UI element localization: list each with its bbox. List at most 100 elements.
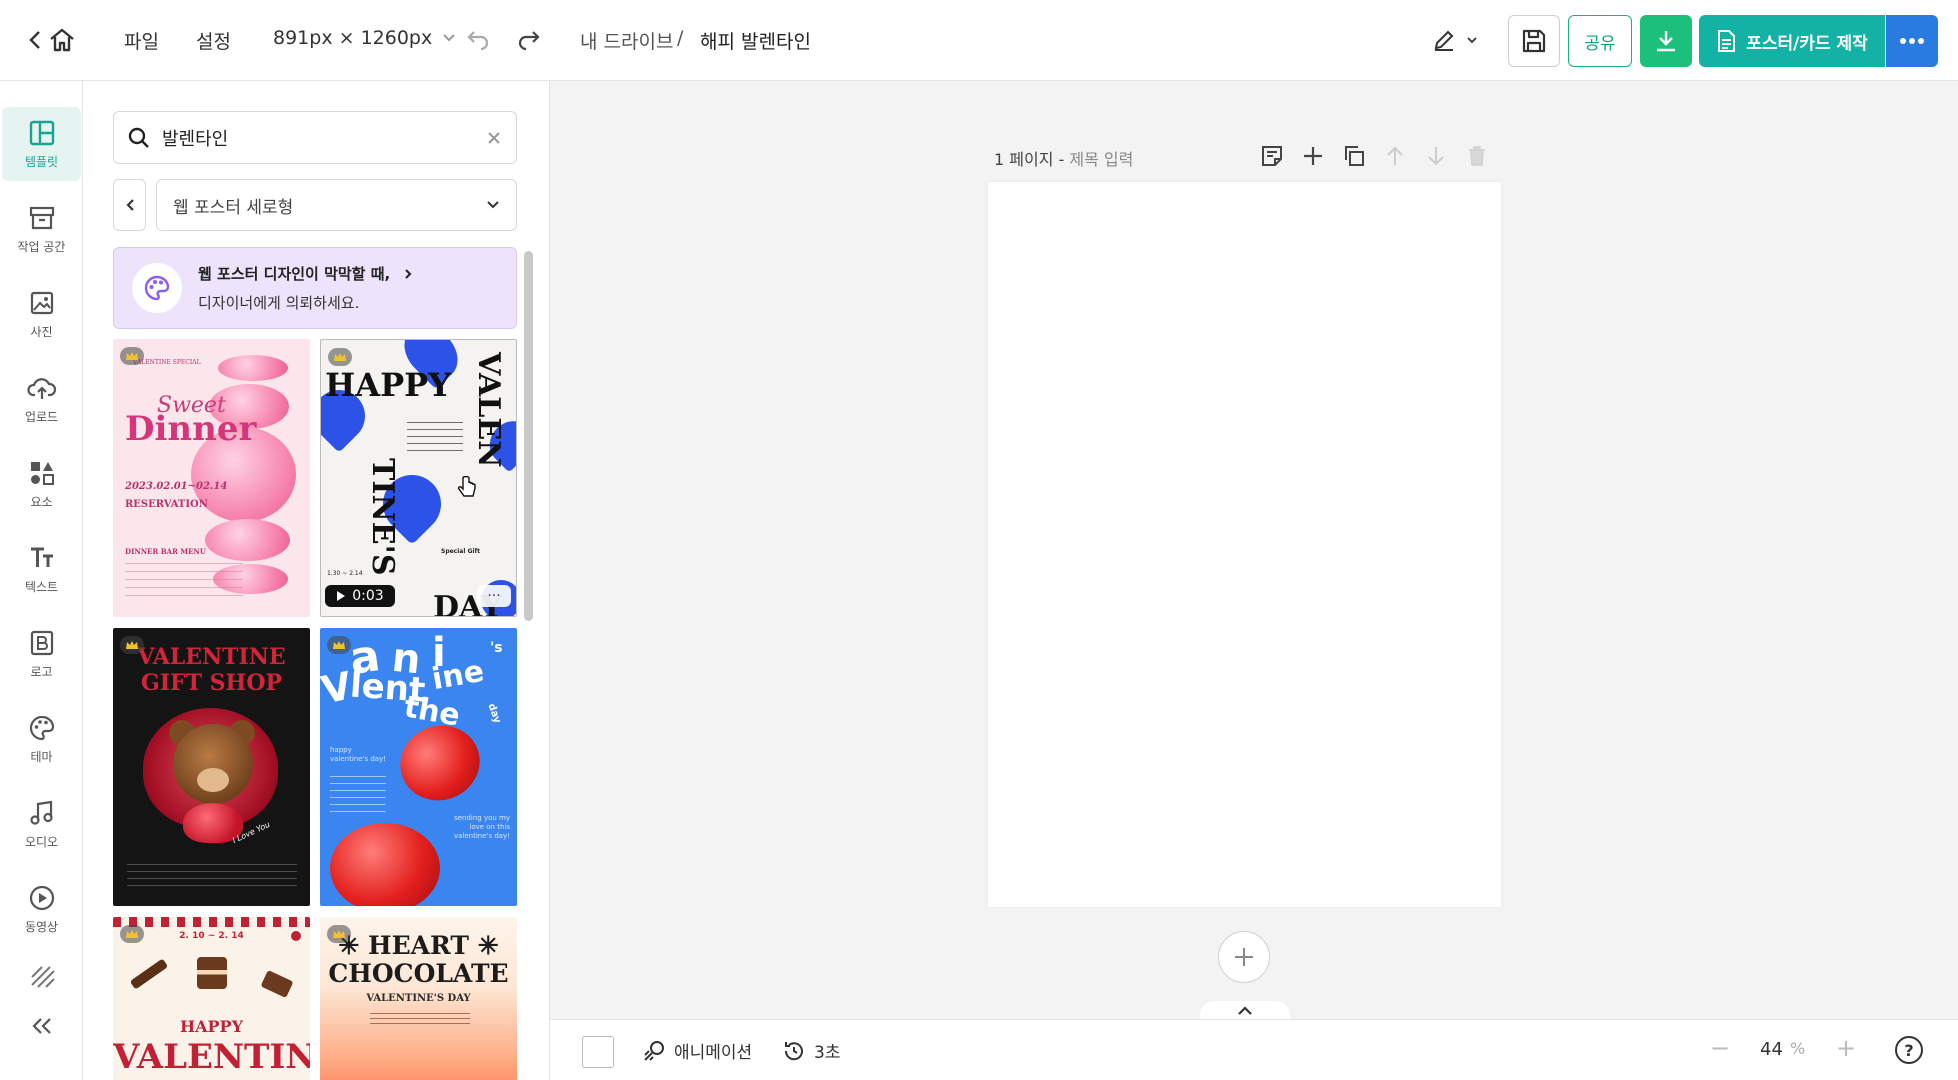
premium-crown-icon [120, 636, 144, 654]
animation-icon [644, 1040, 664, 1061]
make-poster-label: 포스터/카드 제작 [1746, 33, 1868, 54]
duration-button[interactable]: 3초 [782, 1038, 840, 1063]
template-valentines-day-blue[interactable]: a n i 's V lent ine the day happy valent… [320, 628, 517, 906]
premium-crown-icon [327, 925, 351, 943]
expand-timeline-button[interactable] [1200, 1001, 1290, 1021]
template-text: 's [490, 640, 503, 656]
rail-item-logo[interactable]: 로고 [2, 617, 81, 691]
edit-mode-dropdown[interactable] [1432, 28, 1478, 52]
trash-icon[interactable] [1465, 144, 1489, 168]
hatch-pattern-icon [30, 966, 55, 988]
template-text: VALEN [471, 352, 506, 468]
page-toolbar [1260, 144, 1489, 168]
template-text: RESERVATION [125, 499, 208, 510]
template-text: day [485, 702, 503, 725]
rail-item-elements[interactable]: 요소 [2, 447, 81, 521]
menu-file[interactable]: 파일 [124, 27, 159, 54]
design-page[interactable] [988, 182, 1501, 907]
template-text: 1.30 ~ 2.14 [327, 570, 363, 577]
image-icon [30, 291, 53, 314]
checker-border [113, 917, 310, 927]
premium-crown-icon [120, 347, 144, 365]
duplicate-icon[interactable] [1342, 144, 1366, 168]
rail-item-video[interactable]: 동영상 [2, 872, 81, 946]
rail-item-audio[interactable]: 오디오 [2, 787, 81, 861]
logo-b-icon [30, 630, 53, 655]
template-happy-valentines-day[interactable]: HAPPY VALEN TINE'S DAY Special Gift 1.30… [320, 339, 517, 617]
download-button[interactable] [1640, 15, 1692, 67]
template-heart-chocolate[interactable]: ✳ HEART ✳ CHOCOLATE VALENTINE'S DAY [320, 917, 517, 1080]
rail-item-theme[interactable]: 테마 [2, 702, 81, 776]
rail-item-upload[interactable]: 업로드 [2, 362, 81, 436]
move-up-icon[interactable] [1383, 144, 1407, 168]
add-icon[interactable] [1301, 144, 1325, 168]
template-text: HAPPY [325, 366, 452, 404]
category-back-button[interactable] [113, 179, 146, 231]
rail-item-templates[interactable]: 템플릿 [2, 107, 81, 181]
save-button[interactable] [1508, 15, 1560, 67]
template-happy-valentines-checker[interactable]: 2. 10 ~ 2. 14 HAPPY VALENTINE'S [113, 917, 310, 1080]
zoom-in-button[interactable]: + [1836, 1034, 1856, 1062]
collapse-panel-button[interactable] [2, 1001, 81, 1051]
template-panel: 웹 포스터 세로형 웹 포스터 디자인이 막막할 때, 디자이너에게 의뢰하세요… [83, 81, 550, 1080]
rail-item-pattern[interactable] [2, 951, 81, 1001]
chevron-down-icon [443, 34, 455, 42]
rail-item-label: 업로드 [24, 409, 59, 424]
help-button[interactable]: ? [1895, 1036, 1923, 1064]
back-home-button[interactable] [28, 27, 76, 53]
breadcrumb-root[interactable]: 내 드라이브 [580, 27, 673, 54]
palette-icon [29, 715, 54, 740]
rail-item-text[interactable]: 텍스트 [2, 532, 81, 606]
video-duration-badge: 0:03 [325, 585, 395, 607]
template-text: VALENTINE GIFT SHOP [137, 644, 286, 696]
rail-item-photos[interactable]: 사진 [2, 277, 81, 351]
add-icon [1235, 948, 1253, 966]
menu-lines [125, 563, 185, 603]
cloud-upload-icon [26, 377, 56, 399]
music-icon [29, 800, 53, 825]
play-icon [337, 591, 346, 601]
share-button[interactable]: 공유 [1568, 15, 1632, 67]
redo-button[interactable] [517, 28, 541, 50]
chevron-left-icon [125, 199, 134, 211]
menu-settings[interactable]: 설정 [196, 27, 231, 54]
undo-button[interactable] [466, 28, 490, 50]
animation-button[interactable]: 애니메이션 [642, 1038, 752, 1063]
document-title[interactable]: 해피 발렌타인 [700, 27, 811, 54]
red-heart [330, 823, 440, 906]
category-select[interactable]: 웹 포스터 세로형 [156, 179, 517, 231]
double-chevron-left-icon [31, 1018, 51, 1034]
rail-item-label: 사진 [30, 324, 53, 339]
designer-request-banner[interactable]: 웹 포스터 디자인이 막막할 때, 디자이너에게 의뢰하세요. [113, 247, 517, 329]
text-lines [330, 776, 386, 812]
add-page-button[interactable] [1218, 931, 1270, 983]
zoom-value[interactable]: 44 [1760, 1039, 1783, 1060]
page-note-icon[interactable] [1260, 144, 1284, 168]
rail-item-label: 테마 [30, 749, 53, 764]
panel-scrollbar[interactable] [524, 251, 533, 621]
rail-item-label: 템플릿 [24, 154, 59, 169]
canvas-size-dropdown[interactable]: 891px × 1260px [273, 27, 456, 49]
search-input[interactable] [162, 127, 474, 148]
play-circle-icon [29, 885, 54, 910]
more-options-button[interactable] [1886, 15, 1938, 67]
clear-icon[interactable] [486, 130, 502, 146]
template-more-icon[interactable]: ··· [477, 585, 511, 607]
layout-icon [29, 120, 54, 145]
premium-crown-icon [327, 636, 351, 654]
page-title-input[interactable]: 제목 입력 [1069, 150, 1133, 169]
template-valentine-gift-shop[interactable]: VALENTINE GIFT SHOP I Love You [113, 628, 310, 906]
premium-crown-icon [328, 348, 352, 366]
template-sweet-dinner[interactable]: VALENTINE SPECIAL Sweet Dinner 2023.02.0… [113, 339, 310, 617]
template-search [113, 111, 517, 164]
text-lines [407, 422, 463, 456]
download-icon [1657, 31, 1675, 52]
make-poster-button[interactable]: 포스터/카드 제작 [1699, 15, 1885, 67]
history-clock-icon [784, 1041, 803, 1060]
chevron-down-icon [1467, 37, 1477, 44]
rail-item-workspace[interactable]: 작업 공간 [2, 192, 81, 266]
zoom-out-button[interactable]: − [1710, 1034, 1730, 1062]
move-down-icon[interactable] [1424, 144, 1448, 168]
menu-lines [183, 563, 243, 603]
page-thumbnail-checkbox[interactable] [582, 1036, 614, 1068]
